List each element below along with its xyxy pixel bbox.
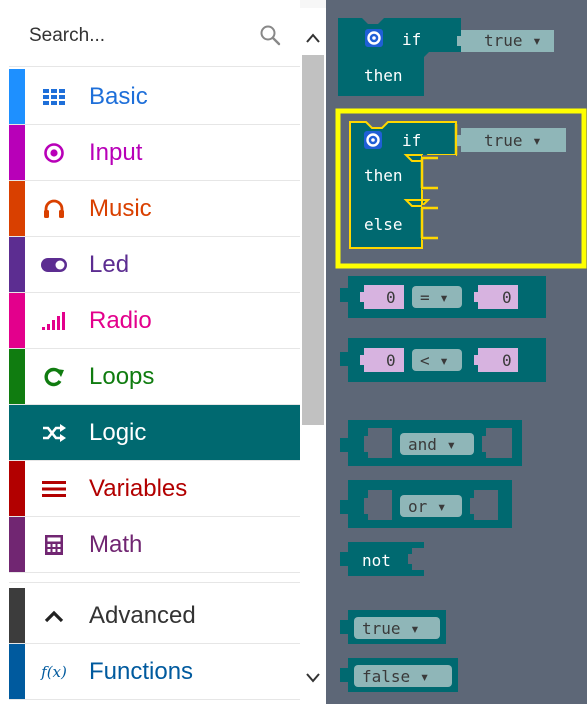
search-box[interactable] bbox=[9, 8, 300, 67]
category-advanced[interactable]: Advanced bbox=[9, 588, 300, 644]
shuffle-icon bbox=[41, 421, 67, 445]
left-number-slot[interactable]: 0 bbox=[386, 288, 396, 307]
list-icon bbox=[41, 477, 67, 501]
operator-dropdown[interactable]: and ▾ bbox=[408, 435, 456, 454]
category-color-bar bbox=[9, 349, 25, 404]
scroll-down-arrow-icon[interactable] bbox=[304, 668, 322, 686]
and-block[interactable]: and ▾ bbox=[340, 420, 522, 466]
right-number-slot[interactable]: 0 bbox=[502, 288, 512, 307]
category-color-bar bbox=[9, 517, 25, 572]
chevron-up-icon bbox=[41, 604, 67, 628]
operator-dropdown[interactable]: = ▾ bbox=[420, 288, 449, 307]
category-led[interactable]: Led bbox=[9, 237, 300, 293]
calculator-icon bbox=[41, 533, 67, 557]
category-color-bar bbox=[9, 69, 25, 124]
compare-equals-block[interactable]: 0 = ▾ 0 bbox=[340, 276, 546, 318]
if-keyword: if bbox=[402, 131, 421, 150]
function-icon: f(x) bbox=[41, 663, 67, 681]
headphones-icon bbox=[41, 197, 67, 221]
category-color-bar bbox=[9, 237, 25, 292]
false-block[interactable]: false ▾ bbox=[340, 658, 458, 692]
then-keyword: then bbox=[364, 66, 403, 85]
settings-gear-icon[interactable] bbox=[364, 131, 382, 149]
category-color-bar bbox=[9, 644, 25, 699]
false-dropdown[interactable]: false ▾ bbox=[362, 667, 429, 686]
if-then-block[interactable]: if true ▾ then bbox=[338, 18, 554, 96]
category-color-bar bbox=[9, 461, 25, 516]
category-basic[interactable]: Basic bbox=[9, 69, 300, 125]
search-icon[interactable] bbox=[259, 24, 281, 46]
blocks-flyout: if true ▾ then if true ▾ then else 0 = ▾… bbox=[326, 0, 587, 704]
category-label: Input bbox=[89, 139, 143, 166]
toolbox-divider bbox=[9, 576, 300, 583]
category-color-bar bbox=[9, 293, 25, 348]
search-input[interactable] bbox=[29, 22, 239, 50]
category-color-bar bbox=[9, 125, 25, 180]
category-color-bar bbox=[9, 588, 25, 643]
toolbox: Basic Input Music Led Radio Loops bbox=[0, 0, 300, 704]
category-music[interactable]: Music bbox=[9, 181, 300, 237]
category-input[interactable]: Input bbox=[9, 125, 300, 181]
category-variables[interactable]: Variables bbox=[9, 461, 300, 517]
else-keyword: else bbox=[364, 215, 403, 234]
left-number-slot[interactable]: 0 bbox=[386, 351, 396, 370]
condition-dropdown[interactable]: true ▾ bbox=[484, 131, 542, 150]
category-logic[interactable]: Logic bbox=[9, 405, 300, 461]
category-radio[interactable]: Radio bbox=[9, 293, 300, 349]
if-then-else-block[interactable]: if true ▾ then else bbox=[335, 108, 587, 269]
target-icon bbox=[41, 141, 67, 165]
category-color-bar bbox=[9, 181, 25, 236]
category-label: Variables bbox=[89, 475, 188, 502]
or-block[interactable]: or ▾ bbox=[340, 480, 512, 528]
category-math[interactable]: Math bbox=[9, 517, 300, 573]
operator-dropdown[interactable]: < ▾ bbox=[420, 351, 449, 370]
scrollbar-thumb[interactable] bbox=[302, 55, 324, 425]
operator-dropdown[interactable]: or ▾ bbox=[408, 497, 447, 516]
category-label: Advanced bbox=[89, 602, 196, 629]
not-keyword: not bbox=[362, 551, 391, 570]
loop-arrow-icon bbox=[41, 365, 67, 389]
compare-less-than-block[interactable]: 0 < ▾ 0 bbox=[340, 338, 546, 382]
category-label: Radio bbox=[89, 307, 152, 334]
if-keyword: if bbox=[402, 30, 421, 49]
right-number-slot[interactable]: 0 bbox=[502, 351, 512, 370]
signal-bars-icon bbox=[41, 309, 67, 333]
condition-dropdown[interactable]: true ▾ bbox=[484, 31, 542, 50]
true-block[interactable]: true ▾ bbox=[340, 610, 446, 644]
grid-icon bbox=[41, 85, 67, 109]
scroll-up-arrow-icon[interactable] bbox=[304, 30, 322, 48]
category-label: Led bbox=[89, 251, 130, 278]
settings-gear-icon[interactable] bbox=[365, 29, 383, 47]
category-functions[interactable]: f(x) Functions bbox=[9, 644, 300, 700]
category-label: Functions bbox=[89, 658, 194, 685]
category-label: Logic bbox=[89, 419, 147, 446]
true-dropdown[interactable]: true ▾ bbox=[362, 619, 420, 638]
not-block[interactable]: not bbox=[340, 542, 424, 576]
category-label: Music bbox=[89, 195, 152, 222]
category-loops[interactable]: Loops bbox=[9, 349, 300, 405]
category-label: Basic bbox=[89, 83, 148, 110]
then-keyword: then bbox=[364, 166, 403, 185]
category-label: Loops bbox=[89, 363, 155, 390]
category-label: Math bbox=[89, 531, 143, 558]
toggle-icon bbox=[41, 253, 67, 277]
